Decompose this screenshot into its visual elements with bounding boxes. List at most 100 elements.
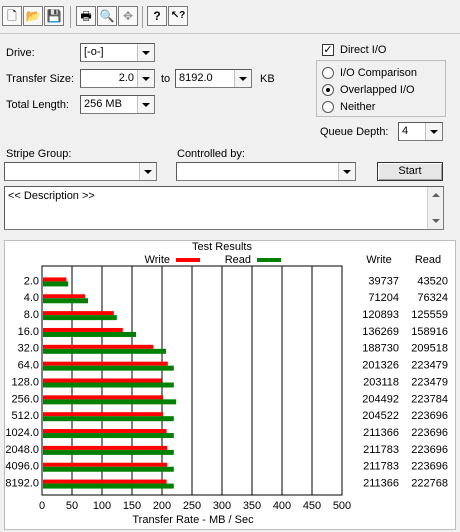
read-value-label: 43520 <box>417 275 448 287</box>
drive-label: Drive: <box>6 47 35 59</box>
overlapped-io-radio[interactable] <box>322 84 334 96</box>
read-bar <box>43 365 174 371</box>
read-value-label: 223784 <box>411 393 448 405</box>
neither-label: Neither <box>340 101 376 113</box>
queue-depth-value: 4 <box>402 125 409 137</box>
help-icon[interactable]: ? <box>147 6 167 26</box>
chevron-down-icon[interactable] <box>338 163 355 180</box>
write-value-label: 211783 <box>363 461 399 473</box>
read-bar <box>43 483 174 489</box>
direct-io-label: Direct I/O <box>340 44 387 56</box>
transfer-size-to-select[interactable]: 8192.0 <box>175 69 252 88</box>
write-column-header: Write <box>366 254 391 266</box>
write-bar <box>43 462 168 467</box>
x-axis-label: Transfer Rate - MB / Sec <box>132 514 254 526</box>
controlled-by-label: Controlled by: <box>177 148 245 160</box>
chevron-down-icon[interactable] <box>137 70 154 87</box>
context-help-icon[interactable]: ↖? <box>168 6 188 26</box>
toolbar-divider <box>0 33 460 34</box>
y-category-label: 64.0 <box>18 360 39 372</box>
chevron-down-icon[interactable] <box>139 163 156 180</box>
x-tick-label: 50 <box>66 500 78 512</box>
write-legend-label: Write <box>145 254 170 266</box>
write-value-label: 203118 <box>363 376 399 388</box>
read-bar <box>43 449 174 455</box>
total-length-value: 256 MB <box>84 98 122 110</box>
toolbar-separator <box>70 6 71 28</box>
read-legend-swatch <box>257 258 281 262</box>
chevron-down-icon[interactable] <box>234 70 251 87</box>
drive-value: [-o-] <box>84 46 104 58</box>
y-category-label: 8192.0 <box>5 477 39 489</box>
kb-unit-label: KB <box>260 73 275 85</box>
toolbar-separator <box>142 6 143 28</box>
y-category-label: 2048.0 <box>5 444 39 456</box>
write-value-label: 188730 <box>362 343 399 355</box>
description-text: << Description >> <box>8 190 95 202</box>
x-tick-label: 150 <box>123 500 141 512</box>
overlapped-io-label: Overlapped I/O <box>340 84 415 96</box>
read-value-label: 223696 <box>411 444 448 456</box>
io-comparison-radio[interactable] <box>322 67 334 79</box>
read-value-label: 158916 <box>411 326 448 338</box>
print-preview-icon[interactable]: 🔍 <box>97 6 117 26</box>
neither-radio[interactable] <box>322 101 334 113</box>
write-bar <box>43 361 168 366</box>
print-icon[interactable]: 🖶 <box>76 6 96 26</box>
read-bar <box>43 416 174 422</box>
scroll-down-icon[interactable] <box>432 219 440 223</box>
results-title: Test Results <box>192 241 252 253</box>
write-legend-swatch <box>176 258 200 262</box>
write-value-label: 211366 <box>363 427 399 439</box>
write-bar <box>43 445 168 450</box>
save-disk-icon[interactable]: 💾 <box>44 6 64 26</box>
write-bar <box>43 327 123 332</box>
write-value-label: 204522 <box>362 410 399 422</box>
x-tick-label: 0 <box>39 500 45 512</box>
direct-io-checkbox[interactable]: ✓ <box>322 44 334 56</box>
total-length-label: Total Length: <box>6 99 69 111</box>
write-bar <box>43 412 163 417</box>
chevron-down-icon[interactable] <box>425 123 442 140</box>
read-bar <box>43 331 136 337</box>
write-bar <box>43 378 162 383</box>
open-folder-icon[interactable]: 📂 <box>23 6 43 26</box>
toolbar: 🗋 📂 💾 🖶 🔍 ✥ ? ↖? <box>0 0 460 34</box>
read-value-label: 223696 <box>411 427 448 439</box>
stripe-group-select[interactable] <box>4 162 157 181</box>
new-document-icon[interactable]: 🗋 <box>2 6 22 26</box>
chevron-down-icon[interactable] <box>137 44 154 61</box>
description-textarea[interactable]: << Description >> <box>4 186 444 230</box>
transfer-to-value: 8192.0 <box>179 72 213 84</box>
scroll-up-icon[interactable] <box>432 193 440 197</box>
x-tick-label: 100 <box>93 500 111 512</box>
x-tick-label: 500 <box>333 500 351 512</box>
read-value-label: 223696 <box>411 461 448 473</box>
write-bar <box>43 395 163 400</box>
total-length-select[interactable]: 256 MB <box>80 95 155 114</box>
x-tick-label: 450 <box>303 500 321 512</box>
chevron-down-icon[interactable] <box>137 96 154 113</box>
read-bar <box>43 348 166 354</box>
y-category-label: 4096.0 <box>5 461 39 473</box>
transfer-size-from-select[interactable]: 2.0 <box>80 69 155 88</box>
description-scrollbar[interactable] <box>427 187 443 229</box>
read-bar <box>43 399 177 405</box>
drive-select[interactable]: [-o-] <box>80 43 155 62</box>
transfer-size-label: Transfer Size: <box>6 73 75 85</box>
read-bar <box>43 382 174 388</box>
to-label: to <box>161 73 171 85</box>
controlled-by-select[interactable] <box>176 162 356 181</box>
queue-depth-select[interactable]: 4 <box>398 122 443 141</box>
read-bar <box>43 281 69 287</box>
move-icon[interactable]: ✥ <box>118 6 138 26</box>
read-value-label: 76324 <box>417 292 448 304</box>
transfer-rate-chart: 0 50 100 150 200 250 300 350 400 450 500 2.0 39737 43… <box>5 241 448 526</box>
y-category-label: 256.0 <box>11 393 39 405</box>
write-bar <box>43 429 167 434</box>
y-category-label: 8.0 <box>24 309 39 321</box>
stripe-group-label: Stripe Group: <box>6 148 72 160</box>
write-value-label: 136269 <box>362 326 399 338</box>
read-legend-label: Read <box>225 254 251 266</box>
start-button[interactable]: Start <box>377 162 443 181</box>
